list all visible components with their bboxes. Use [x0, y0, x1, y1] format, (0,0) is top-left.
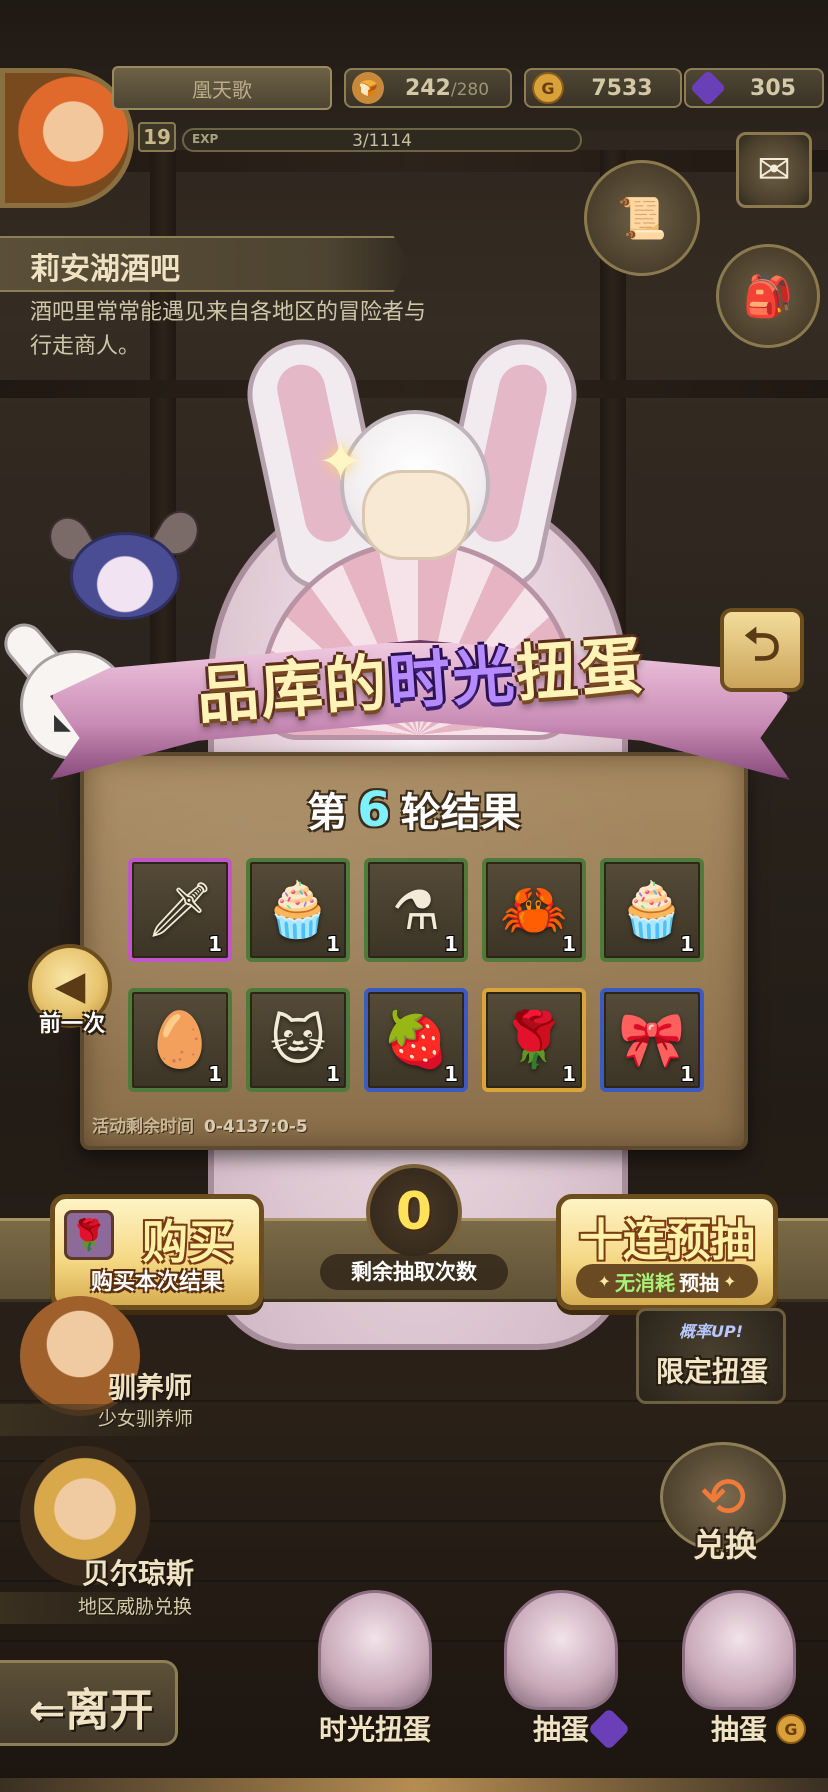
gold-coin-icon: G	[776, 1714, 806, 1744]
npc-name: 驯养师	[108, 1371, 193, 1404]
item-quantity: 1	[326, 932, 340, 956]
gold-value: 7533	[591, 75, 653, 101]
round-number: 6	[357, 782, 391, 838]
npc-bell-jones[interactable]: 贝尔琼斯 地区威胁兑换	[0, 1446, 220, 1626]
item-quantity: 1	[444, 932, 458, 956]
item-quantity: 1	[444, 1062, 458, 1086]
result-item-slot[interactable]: 🌹 1	[482, 988, 586, 1092]
round-suffix: 轮结果	[400, 790, 521, 836]
demon-head	[70, 532, 180, 620]
gold-draw-dock-button[interactable]: 抽蛋 G	[664, 1590, 814, 1760]
exchange-label: 兑换	[692, 1526, 757, 1564]
bread-icon: 🍞	[352, 72, 384, 104]
item-quantity: 1	[208, 932, 222, 956]
probability-up-tag: 概率UP!	[678, 1322, 744, 1341]
gray-cat-ears-icon: 🐱	[269, 1008, 327, 1072]
gem-value: 305	[750, 75, 796, 101]
red-egg-icon: 🥚	[146, 1008, 214, 1071]
time-gacha-icon	[318, 1590, 432, 1710]
dock-label: 时光扭蛋	[318, 1713, 431, 1746]
item-quantity: 1	[680, 1062, 694, 1086]
exp-value: 3/1114	[352, 131, 412, 151]
rose-item-icon: 🌹	[64, 1210, 114, 1260]
crab-icon: 🦀	[500, 878, 568, 941]
time-left-value: 0-4137:0-5	[204, 1117, 308, 1137]
arrow-left-icon: ◀	[54, 963, 86, 1009]
leave-label: ⇐离开	[28, 1685, 154, 1736]
result-item-slot[interactable]: 🧁 1	[600, 858, 704, 962]
banner-title-part-3: 扭蛋	[513, 628, 647, 711]
result-item-slot[interactable]: 🐱 1	[246, 988, 350, 1092]
banner-title-part-1: 品库的	[194, 646, 391, 733]
result-item-slot[interactable]: 🎀 1	[600, 988, 704, 1092]
stamina-display[interactable]: 🍞 242/280	[344, 68, 512, 108]
pink-scarf-icon: 🎀	[618, 1008, 686, 1071]
rose-bouquet-icon: 🌹	[500, 1008, 568, 1071]
location-description: 酒吧里常常能遇见来自各地区的冒险者与行走商人。	[30, 300, 427, 359]
event-time-left: 活动剩余时间 0-4137:0-5	[92, 1112, 452, 1137]
sparkle-icon: ✦	[597, 1271, 611, 1291]
mail-icon[interactable]: ✉	[736, 132, 812, 208]
pudding-chest-icon: 🧁	[264, 878, 332, 941]
gem-display[interactable]: 305	[684, 68, 824, 108]
player-level: 19	[138, 122, 176, 152]
gem-draw-dock-button[interactable]: 抽蛋	[486, 1590, 636, 1760]
result-item-slot[interactable]: 🥚 1	[128, 988, 232, 1092]
result-item-slot[interactable]: 🗡 1	[128, 858, 232, 962]
player-name: 凰天歌	[112, 66, 332, 110]
result-item-slot[interactable]: ⚗ 1	[364, 858, 468, 962]
location-title: 莉安湖酒吧	[30, 252, 180, 287]
pre-draw-label: 预抽	[679, 1270, 719, 1295]
egg-machine-icon	[504, 1590, 618, 1710]
return-button[interactable]: ⮌	[720, 608, 804, 692]
remaining-draws-count: 0	[366, 1164, 462, 1260]
result-item-slot[interactable]: 🍓 1	[364, 988, 468, 1092]
result-item-slot[interactable]: 🦀 1	[482, 858, 586, 962]
pudding-chest-icon: 🧁	[618, 878, 686, 941]
limited-gacha-label: 限定扭蛋	[655, 1355, 768, 1388]
time-left-label: 活动剩余时间	[92, 1117, 194, 1137]
item-quantity: 1	[562, 1062, 576, 1086]
quest-scroll-icon[interactable]: 📜	[584, 160, 700, 276]
previous-label: 前一次	[38, 1012, 105, 1037]
item-quantity: 1	[562, 932, 576, 956]
sparkle-icon: ✦	[723, 1271, 737, 1291]
npc-subtitle: 地区威胁兑换	[78, 1596, 193, 1618]
buy-title: 购买	[142, 1215, 234, 1269]
result-item-slot[interactable]: 🧁 1	[246, 858, 350, 962]
gold-coin-icon: G	[532, 72, 564, 104]
berry-tart-icon: 🍓	[382, 1008, 450, 1071]
demon-girl-character	[40, 503, 207, 620]
buy-subtitle: 购买本次结果	[90, 1270, 223, 1295]
potion-flask-icon: ⚗	[391, 878, 441, 942]
item-quantity: 1	[208, 1062, 222, 1086]
result-items-grid: 🗡 1 🧁 1 ⚗ 1 🦀 1 🧁 1 🥚 1 🐱 1 🍓 1 🌹 1 🎀 1	[128, 858, 704, 1094]
ten-pre-draw-subtitle: ✦ 无消耗 预抽 ✦	[576, 1264, 758, 1298]
purple-gem-icon	[689, 69, 727, 107]
npc-name: 贝尔琼斯	[82, 1557, 195, 1590]
banner-title-highlight: 时光	[385, 637, 519, 720]
remaining-draws-label: 剩余抽取次数	[320, 1254, 508, 1290]
gold-display[interactable]: G 7533	[524, 68, 682, 108]
item-quantity: 1	[326, 1062, 340, 1086]
kunai-icon: 🗡	[145, 878, 215, 941]
stamina-value: 242/280	[404, 75, 490, 101]
item-quantity: 1	[680, 932, 694, 956]
ten-pre-draw-title: 十连预抽	[579, 1215, 755, 1266]
egg-machine-icon	[682, 1590, 796, 1710]
npc-tamer[interactable]: 驯养师 少女驯养师	[0, 1296, 220, 1436]
return-arrow-icon: ⮌	[743, 617, 781, 671]
mascot-face	[362, 470, 470, 560]
no-cost-label: 无消耗	[615, 1270, 675, 1295]
sparkle-icon: ✦	[318, 430, 364, 493]
time-gacha-dock-button[interactable]: 时光扭蛋	[300, 1590, 450, 1760]
backpack-icon[interactable]: 🎒	[716, 244, 820, 348]
npc-subtitle: 少女驯养师	[98, 1408, 194, 1430]
round-label: 第 6 轮结果	[80, 780, 748, 838]
bottom-trim	[0, 1778, 828, 1792]
exp-bar: EXP 3/1114	[182, 128, 582, 152]
round-prefix: 第	[307, 790, 348, 836]
